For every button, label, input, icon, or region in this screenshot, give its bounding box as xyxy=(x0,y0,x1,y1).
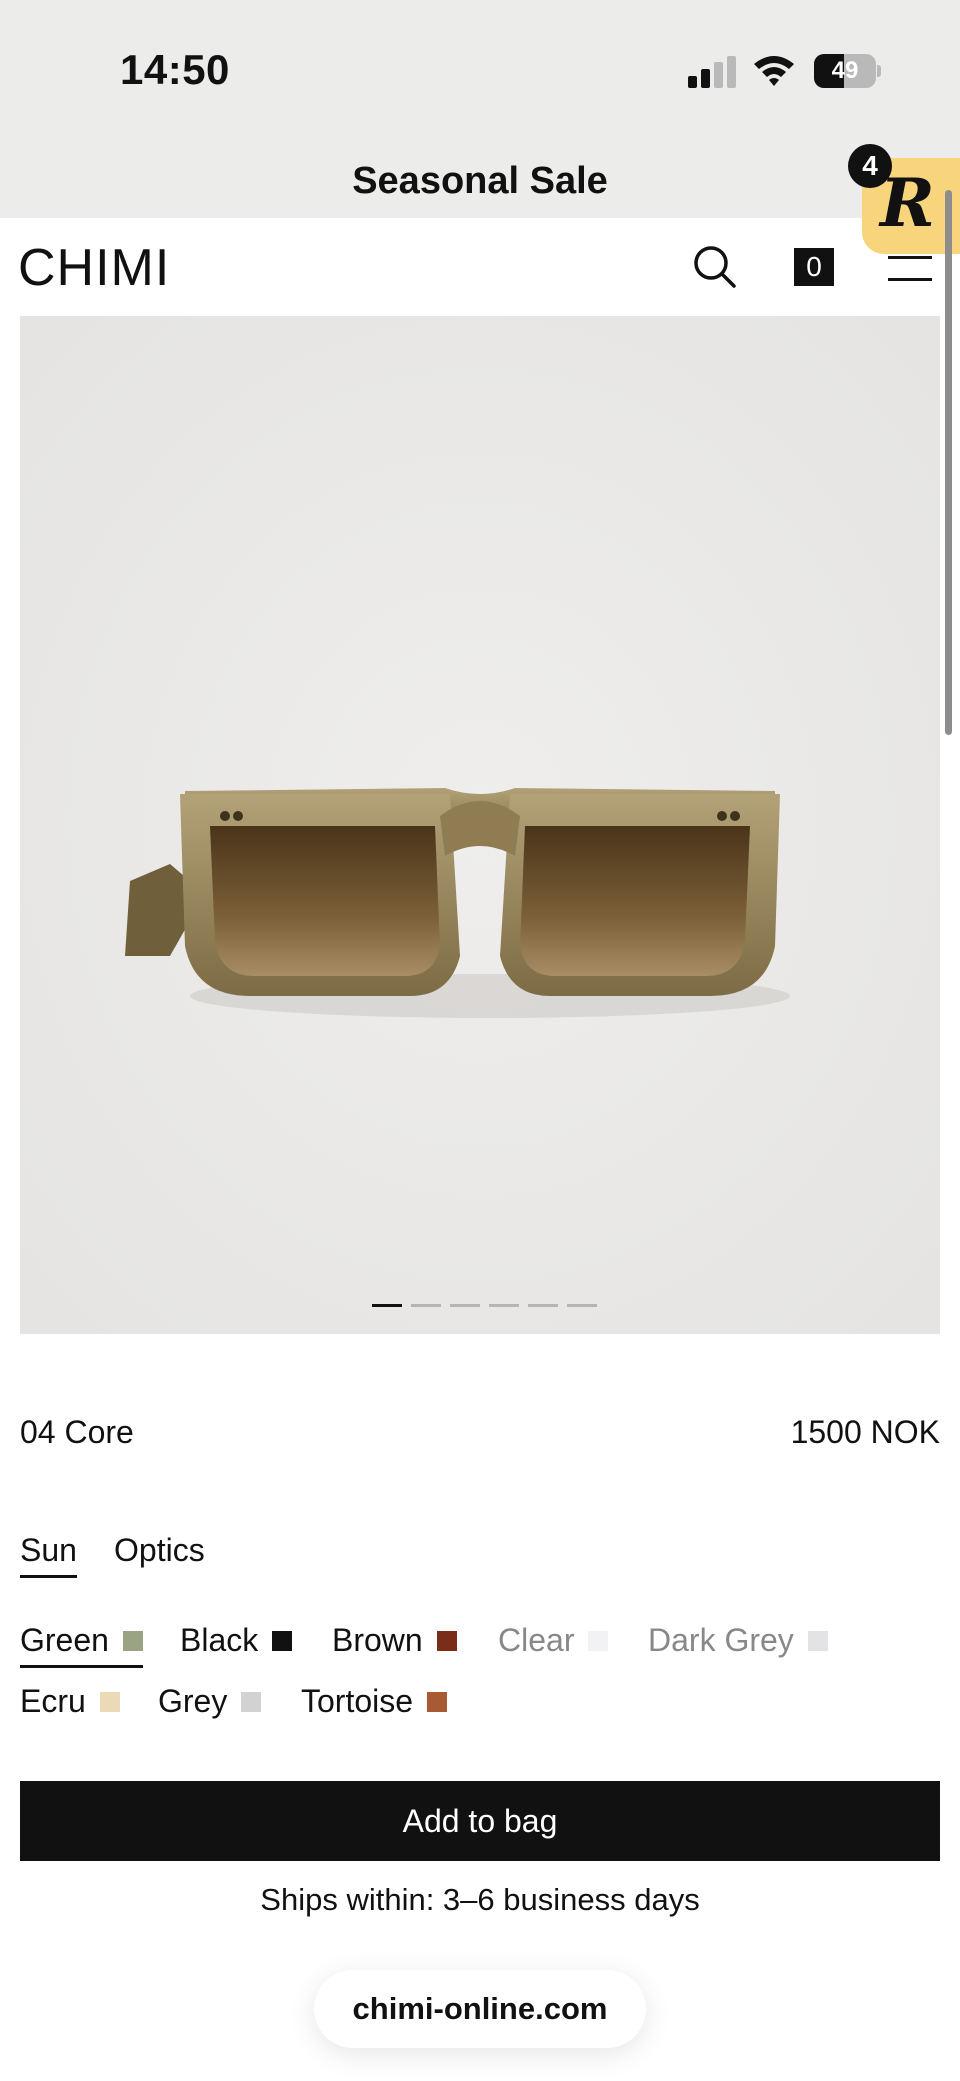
rewards-count-badge: 4 xyxy=(848,144,892,188)
battery-indicator: 49 xyxy=(814,54,881,88)
gallery-dot[interactable] xyxy=(528,1304,558,1307)
site-header: CHIMI 0 xyxy=(0,218,960,316)
color-swatch xyxy=(807,1630,828,1651)
color-option-tortoise[interactable]: Tortoise xyxy=(301,1683,448,1726)
promo-banner[interactable]: Seasonal Sale xyxy=(0,140,960,218)
color-swatch xyxy=(272,1630,293,1651)
tab-optics[interactable]: Optics xyxy=(114,1532,205,1575)
color-label: Grey xyxy=(158,1683,228,1719)
battery-level: 49 xyxy=(831,57,859,84)
color-swatch xyxy=(436,1630,457,1651)
product-photo-sunglasses xyxy=(20,316,940,1334)
status-bar: 14:50 49 xyxy=(0,0,960,140)
hamburger-menu-icon[interactable] xyxy=(888,248,932,288)
cart-count: 0 xyxy=(806,251,822,282)
cellular-signal-icon xyxy=(688,56,736,88)
color-option-clear[interactable]: Clear xyxy=(498,1622,609,1665)
color-option-dark-grey[interactable]: Dark Grey xyxy=(648,1622,828,1665)
color-swatch xyxy=(122,1630,143,1651)
gallery-dot[interactable] xyxy=(567,1304,597,1307)
color-option-brown[interactable]: Brown xyxy=(332,1622,457,1665)
color-label: Brown xyxy=(332,1622,423,1658)
status-time: 14:50 xyxy=(120,46,230,93)
color-label: Ecru xyxy=(20,1683,86,1719)
page-scrollbar[interactable] xyxy=(945,190,952,735)
browser-address-bar[interactable]: chimi-online.com xyxy=(314,1970,646,2048)
promo-text: Seasonal Sale xyxy=(352,160,608,202)
cart-button[interactable]: 0 xyxy=(794,248,834,286)
gallery-dot[interactable] xyxy=(489,1304,519,1307)
color-label: Tortoise xyxy=(301,1683,414,1719)
color-label: Dark Grey xyxy=(648,1622,794,1658)
color-swatch xyxy=(241,1691,262,1712)
color-option-ecru[interactable]: Ecru xyxy=(20,1683,120,1726)
color-option-green[interactable]: Green xyxy=(20,1622,143,1668)
color-option-grey[interactable]: Grey xyxy=(158,1683,262,1726)
search-icon[interactable] xyxy=(690,242,738,290)
tab-sun[interactable]: Sun xyxy=(20,1532,77,1578)
color-label: Clear xyxy=(498,1622,575,1658)
gallery-pagination xyxy=(372,1304,612,1308)
color-label: Green xyxy=(20,1622,109,1658)
color-swatch xyxy=(99,1691,120,1712)
color-option-black[interactable]: Black xyxy=(180,1622,293,1665)
shipping-info: Ships within: 3–6 business days xyxy=(260,1882,700,1917)
add-to-bag-button[interactable]: Add to bag xyxy=(20,1781,940,1861)
product-price: 1500 NOK xyxy=(790,1414,940,1450)
gallery-dot[interactable] xyxy=(411,1304,441,1307)
product-image-gallery[interactable] xyxy=(20,316,940,1334)
color-swatch xyxy=(427,1691,448,1712)
brand-logo[interactable]: CHIMI xyxy=(18,238,170,298)
color-swatch xyxy=(588,1630,609,1651)
product-name: 04 Core xyxy=(20,1414,134,1450)
gallery-dot[interactable] xyxy=(450,1304,480,1307)
wifi-icon xyxy=(754,56,794,86)
color-label: Black xyxy=(180,1622,259,1658)
gallery-dot[interactable] xyxy=(372,1304,402,1307)
